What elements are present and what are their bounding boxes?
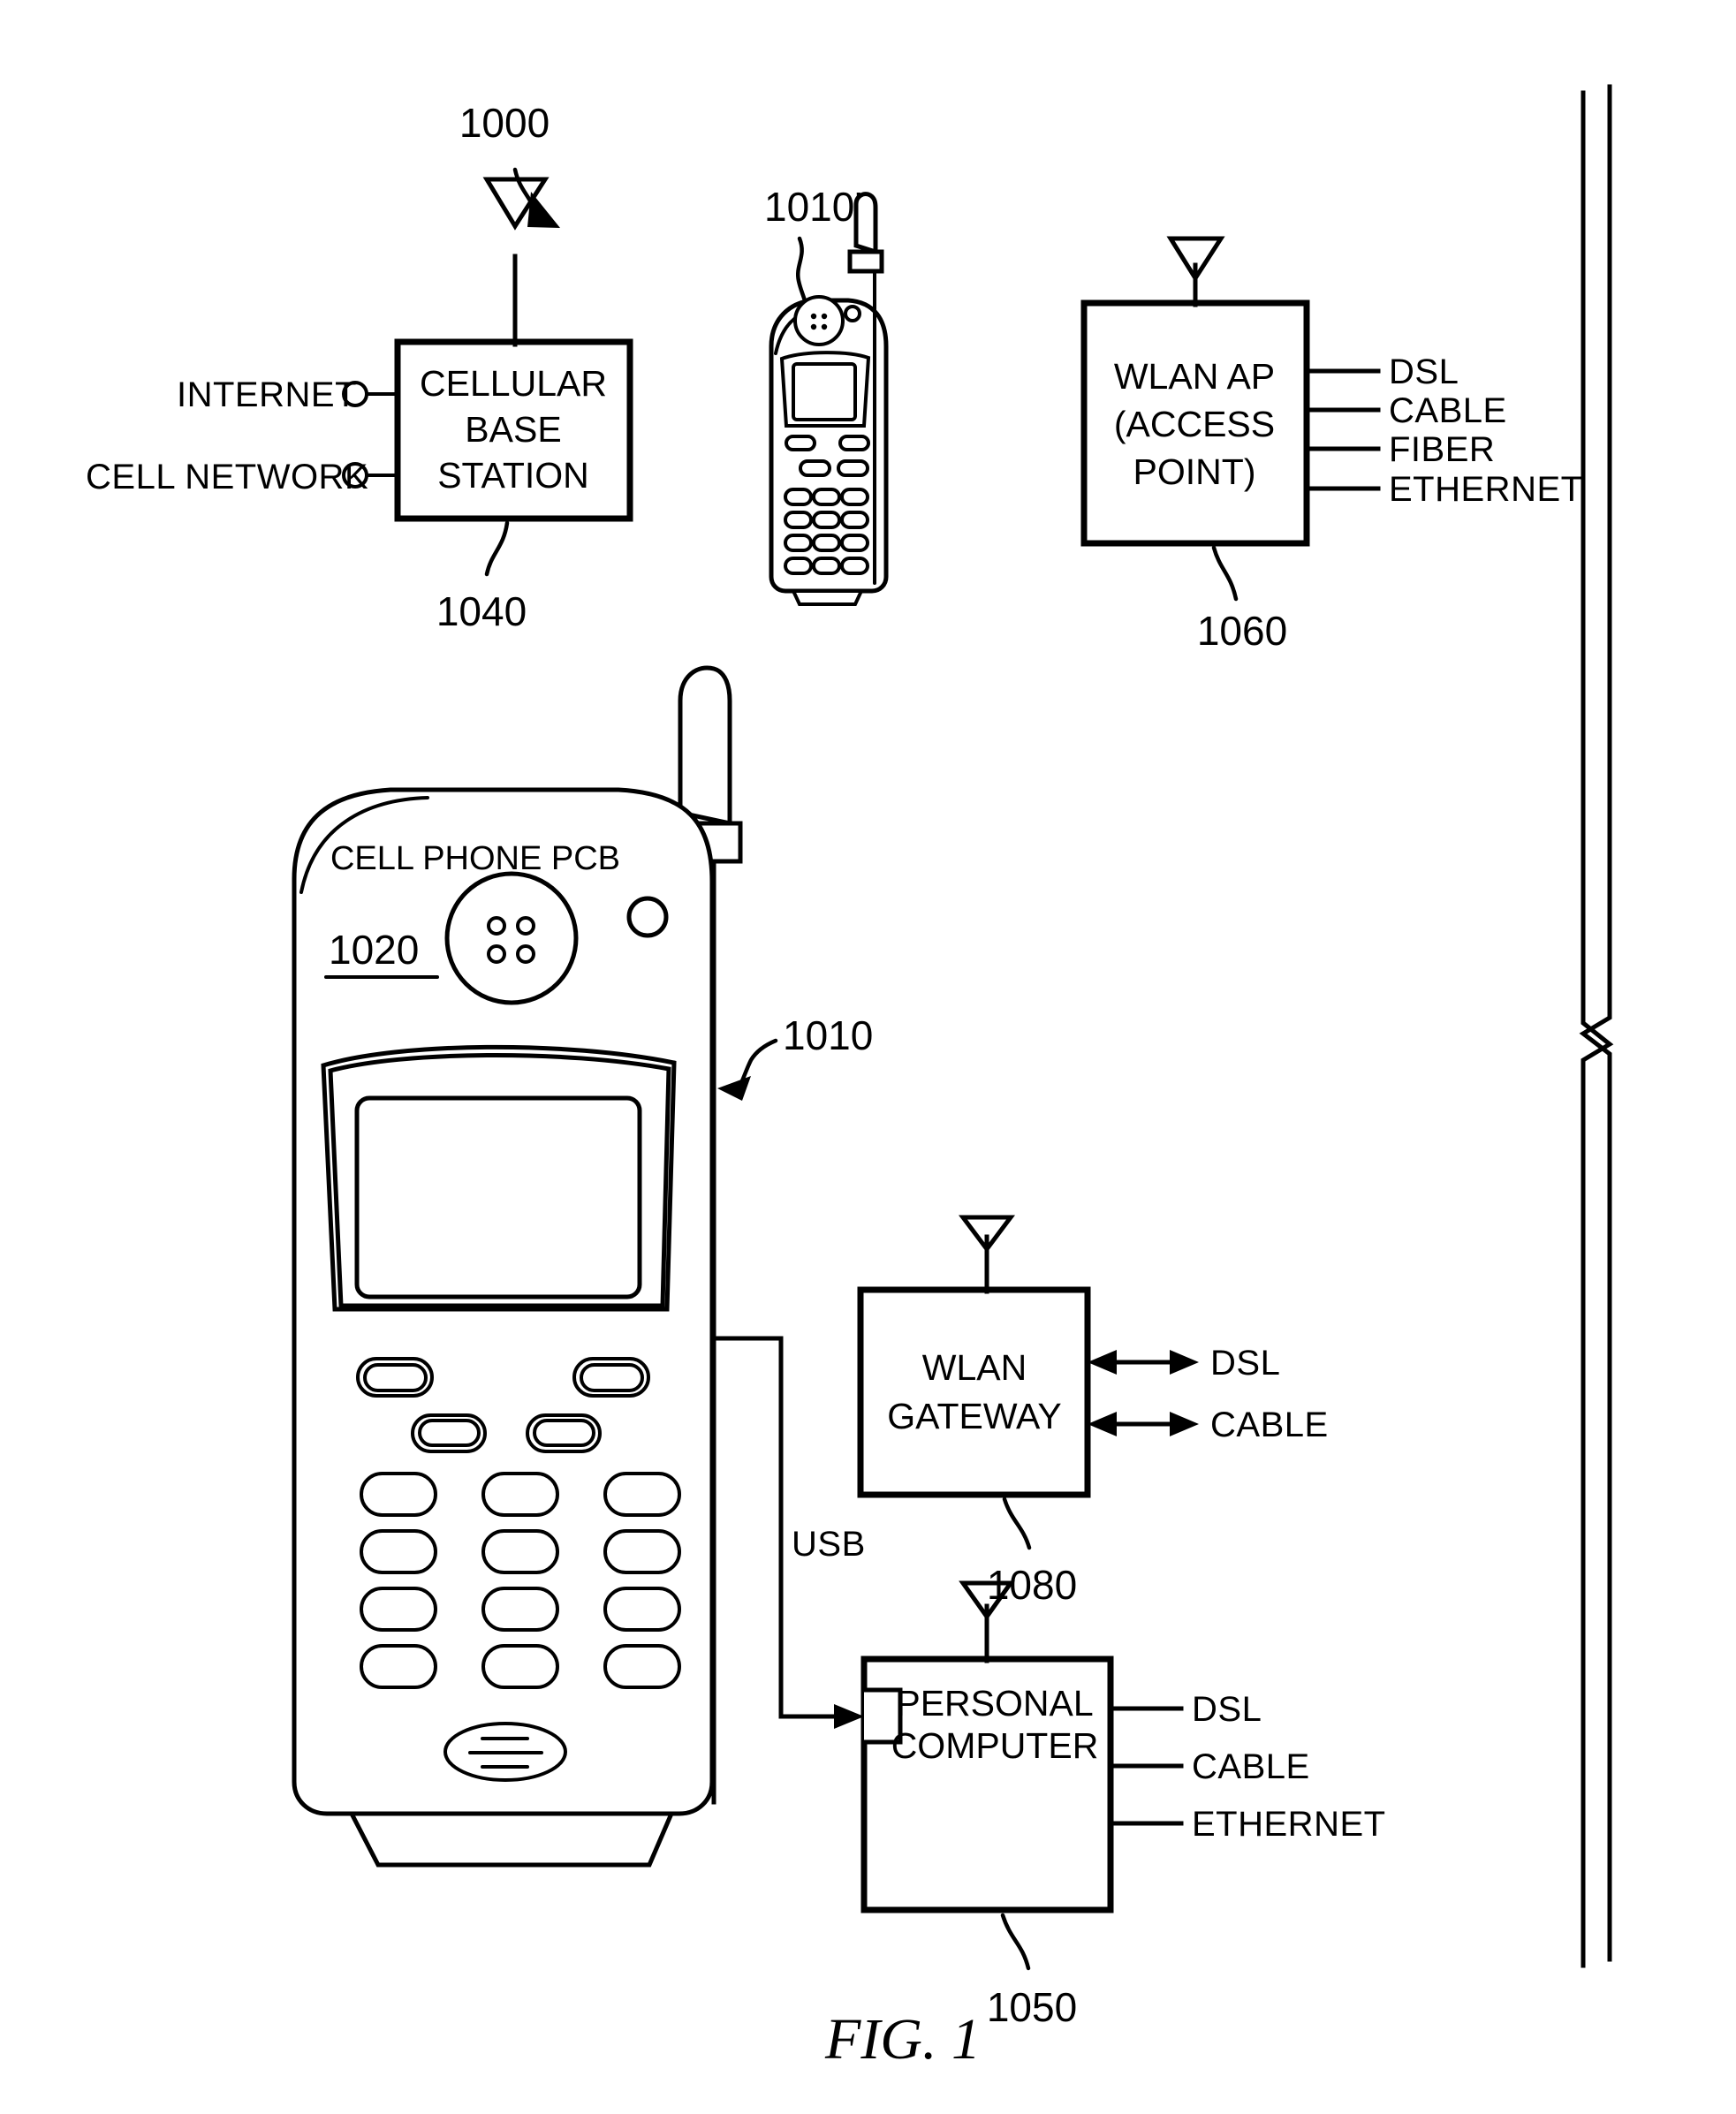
keypad-key bbox=[603, 1472, 681, 1517]
main-cell-phone-group[interactable]: CELL PHONE PCB 1020 1010 bbox=[292, 665, 873, 1868]
wlan-ap-line-3: POINT) bbox=[1133, 451, 1256, 492]
patent-figure-page: 1000 CELLULAR BASE STATION 1040 1010' WL… bbox=[0, 0, 1736, 2114]
keypad-key bbox=[603, 1644, 681, 1689]
midkey-right-inner bbox=[533, 1419, 595, 1447]
wlan-ap-line-1: WLAN AP bbox=[1114, 356, 1275, 397]
base-station-line-3: STATION bbox=[437, 455, 589, 496]
small-phone-midkey-right[interactable] bbox=[837, 459, 869, 477]
small-phone-ref: 1010' bbox=[764, 184, 862, 230]
keypad-key bbox=[360, 1644, 437, 1689]
wlan-ap-port-label-dsl: DSL bbox=[1389, 352, 1459, 391]
softkey-left-inner bbox=[363, 1363, 428, 1392]
speaker-icon-main-phone bbox=[444, 871, 579, 1005]
keypad-key bbox=[603, 1587, 681, 1632]
wlan-gateway-line-1: WLAN bbox=[922, 1347, 1027, 1388]
figure-caption: FIG. 1 bbox=[824, 2007, 981, 2072]
wlan-ap-group[interactable]: WLAN AP (ACCESS POINT) DSL CABLE FIBER E… bbox=[1080, 236, 1583, 654]
wlan-gateway-line-2: GATEWAY bbox=[887, 1396, 1061, 1436]
figure-canvas: 1000 CELLULAR BASE STATION 1040 1010' WL… bbox=[86, 84, 1614, 2072]
pc-port-label-ethernet: ETHERNET bbox=[1192, 1805, 1386, 1844]
system-ref-1000: 1000 bbox=[459, 100, 560, 228]
small-phone-softkey-right[interactable] bbox=[838, 435, 870, 451]
personal-computer-ref: 1050 bbox=[987, 1984, 1077, 2030]
base-station-line-2: BASE bbox=[465, 409, 561, 450]
main-phone-ref: 1010 bbox=[783, 1012, 873, 1058]
small-cell-phone-group[interactable]: 1010' bbox=[764, 184, 889, 606]
microphone-icon-main-phone bbox=[443, 1722, 567, 1782]
system-ref-label: 1000 bbox=[459, 100, 550, 146]
main-phone-screen bbox=[354, 1095, 642, 1299]
base-station-line-1: CELLULAR bbox=[420, 363, 607, 404]
speaker-icon-small-phone bbox=[793, 295, 845, 346]
keypad-key bbox=[481, 1472, 559, 1517]
keypad-key bbox=[603, 1529, 681, 1574]
softkey-right-inner bbox=[580, 1363, 644, 1392]
keypad-key bbox=[481, 1587, 559, 1632]
small-phone-base bbox=[790, 589, 865, 606]
antenna-icon-small-phone bbox=[847, 192, 884, 274]
wlan-gateway-port-label-cable: CABLE bbox=[1210, 1406, 1329, 1444]
arrow-head-usb bbox=[834, 1704, 864, 1729]
cellular-base-station-group[interactable]: CELLULAR BASE STATION 1040 bbox=[342, 177, 633, 634]
usb-connection: USB bbox=[711, 1336, 866, 1729]
pcb-ref: 1020 bbox=[329, 927, 419, 973]
internet-label: INTERNET bbox=[177, 375, 357, 414]
wlan-ap-port-label-ethernet: ETHERNET bbox=[1389, 470, 1583, 509]
personal-computer-line-2: COMPUTER bbox=[891, 1725, 1099, 1766]
wlan-gateway-group[interactable]: WLAN GATEWAY DSL CABLE 1080 bbox=[857, 1215, 1329, 1608]
wlan-gateway-port-dsl: DSL bbox=[1088, 1344, 1280, 1383]
pc-port-label-dsl: DSL bbox=[1192, 1690, 1262, 1729]
personal-computer-group[interactable]: PERSONAL COMPUTER DSL CABLE ETHERNET 105… bbox=[860, 1580, 1386, 2030]
cell-network-label: CELL NETWORK bbox=[86, 458, 368, 496]
wlan-ap-port-label-fiber: FIBER bbox=[1389, 430, 1495, 469]
personal-computer-line-1: PERSONAL bbox=[896, 1683, 1093, 1724]
keypad-key bbox=[360, 1587, 437, 1632]
wlan-ap-line-2: (ACCESS bbox=[1114, 404, 1275, 444]
keypad-key bbox=[481, 1644, 559, 1689]
pcb-label: CELL PHONE PCB bbox=[330, 840, 620, 877]
wlan-gateway-port-cable: CABLE bbox=[1088, 1406, 1329, 1444]
small-phone-screen bbox=[792, 362, 857, 421]
small-phone-softkey-left[interactable] bbox=[785, 435, 816, 451]
keypad-key bbox=[360, 1472, 437, 1517]
usb-label: USB bbox=[792, 1525, 866, 1564]
wlan-ap-port-label-cable: CABLE bbox=[1389, 391, 1507, 430]
keypad-key bbox=[360, 1529, 437, 1574]
arrow-head-1010 bbox=[717, 1076, 751, 1101]
antenna-icon-wlan-gateway bbox=[959, 1215, 1015, 1294]
margin-break-rule bbox=[1579, 84, 1614, 1968]
pc-port-label-cable: CABLE bbox=[1192, 1747, 1310, 1786]
antenna-icon-wlan-ap bbox=[1166, 236, 1225, 307]
led-icon-small-phone bbox=[844, 305, 861, 322]
base-station-ref: 1040 bbox=[436, 588, 527, 634]
wlan-ap-ref: 1060 bbox=[1197, 608, 1287, 654]
midkey-left-inner bbox=[418, 1419, 481, 1447]
wlan-gateway-port-label-dsl: DSL bbox=[1210, 1344, 1280, 1383]
small-phone-midkey-left[interactable] bbox=[799, 459, 831, 477]
main-phone-base bbox=[347, 1811, 675, 1868]
led-icon-main-phone bbox=[626, 896, 669, 938]
keypad-key bbox=[481, 1529, 559, 1574]
wlan-gateway-box[interactable] bbox=[857, 1286, 1091, 1498]
